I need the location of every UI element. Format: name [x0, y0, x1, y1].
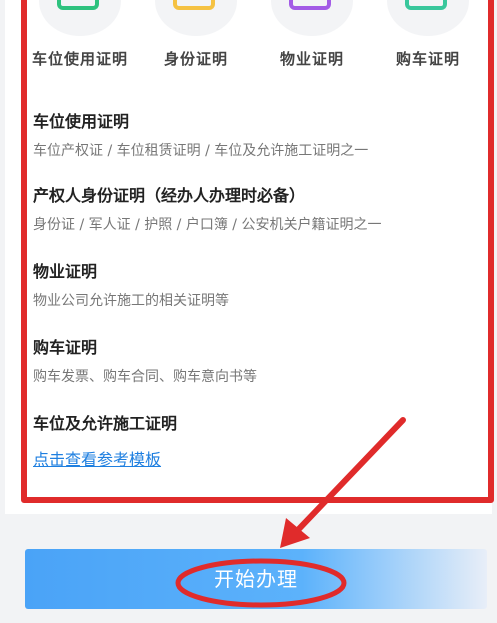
document-purple-icon — [289, 0, 331, 10]
section-title-property-proof: 物业证明 — [33, 262, 98, 281]
section-desc-parking-proof: 车位产权证 / 车位租赁证明 / 车位及允许施工证明之一 — [33, 143, 369, 159]
section-desc-car-purchase-proof: 购车发票、购车合同、购车意向书等 — [33, 369, 257, 385]
section-title-owner-identity: 产权人身份证明（经办人办理时必备） — [33, 186, 306, 205]
document-yellow-icon — [173, 0, 215, 10]
category-label: 身份证明 — [163, 50, 228, 68]
materials-card: 车位使用证明 身份证明 物业证明 购车证明 车位使用证明 车位产权证 / 车位租… — [5, 0, 492, 514]
document-teal-icon — [405, 0, 447, 10]
category-icon-row: 车位使用证明 身份证明 物业证明 购车证明 — [5, 0, 497, 80]
document-green-icon — [57, 0, 99, 10]
section-desc-owner-identity: 身份证 / 军人证 / 护照 / 户口簿 / 公安机关户籍证明之一 — [33, 217, 382, 233]
category-label: 物业证明 — [279, 50, 344, 68]
section-title-parking-proof: 车位使用证明 — [33, 112, 130, 131]
view-template-link[interactable]: 点击查看参考模板 — [33, 446, 161, 470]
annotation-arrow-head-icon — [280, 518, 310, 548]
section-title-car-purchase-proof: 购车证明 — [33, 338, 98, 357]
category-label: 购车证明 — [395, 50, 460, 68]
category-label: 车位使用证明 — [31, 50, 128, 68]
start-process-label: 开始办理 — [214, 567, 298, 591]
section-desc-property-proof: 物业公司允许施工的相关证明等 — [33, 293, 229, 309]
card-separator — [5, 514, 492, 522]
start-process-button[interactable]: 开始办理 — [25, 549, 487, 609]
section-title-construction-permit: 车位及允许施工证明 — [33, 414, 178, 433]
